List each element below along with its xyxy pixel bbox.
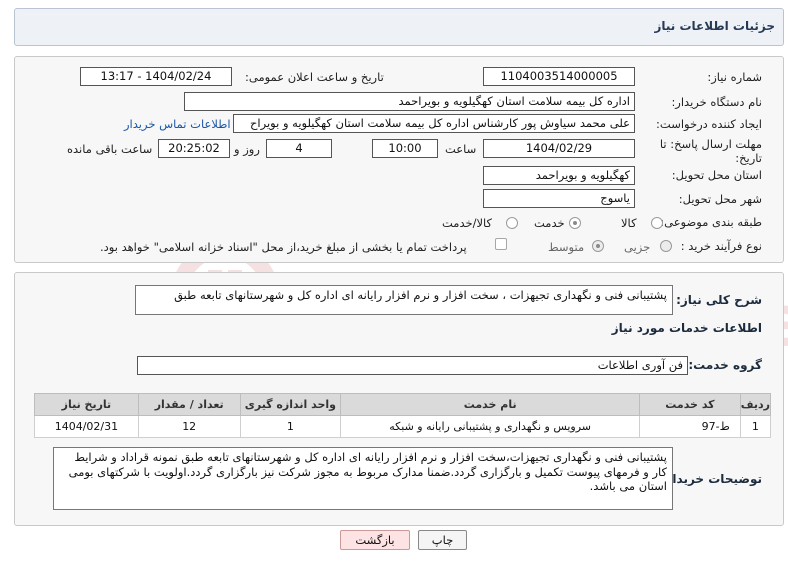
deadline-date-field: 1404/02/29 [483,139,635,158]
table-row[interactable]: 1 ط-97 سرویس و نگهداری و پشتیبانی رایانه… [34,415,772,438]
category-option-goods: کالا [621,216,637,230]
cell-unit: 1 [239,415,342,438]
deadline-time-field: 10:00 [372,139,438,158]
city-label: شهر محل تحویل: [678,192,762,206]
cell-row: 1 [739,415,772,438]
announce-field: 1404/02/24 - 13:17 [80,67,232,86]
col-unit: واحد اندازه گیری [239,393,342,416]
back-button[interactable]: بازگشت [340,530,410,550]
process-radio-minor[interactable] [660,240,672,252]
process-option-minor: جزیی [624,240,651,254]
days-label: روز و [234,142,260,156]
deadline-label: مهلت ارسال پاسخ: تا تاریخ: [659,137,762,165]
category-radio-goods[interactable] [651,217,663,229]
cell-service-name: سرویس و نگهداری و پشتیبانی رایانه و شبکه [340,415,641,438]
buyer-org-label: نام دستگاه خریدار: [671,95,762,109]
buyer-notes-textarea[interactable]: پشتیبانی فنی و نگهداری تجیهزات،سخت افزار… [53,447,673,510]
creator-field: علی محمد سیاوش پور کارشناس اداره کل بیمه… [233,114,635,133]
process-option-medium: متوسط [548,240,585,254]
page-title: جزئیات اطلاعات نیاز [654,19,775,33]
category-radio-service[interactable] [569,217,581,229]
announce-label: تاریخ و ساعت اعلان عمومی: [245,70,384,84]
buyer-notes-label: توضیحات خریدار: [660,472,762,486]
summary-textarea[interactable]: پشتیبانی فنی و نگهداری تجیهزات ، سخت افز… [135,285,673,315]
contact-buyer-link[interactable]: اطلاعات تماس خریدار [124,117,231,131]
services-table-header: ردیف کد خدمت نام خدمت واحد اندازه گیری ت… [34,393,772,416]
remaining-label: ساعت باقی مانده [67,142,153,156]
cell-need-date: 1404/02/31 [34,415,139,438]
category-radio-goods-service[interactable] [506,217,518,229]
process-label: نوع فرآیند خرید : [680,239,762,253]
print-button[interactable]: چاپ [418,530,467,550]
col-quantity: تعداد / مقدار [137,393,241,416]
page-header: جزئیات اطلاعات نیاز [14,8,784,46]
services-table: ردیف کد خدمت نام خدمت واحد اندازه گیری ت… [34,393,772,438]
service-group-label: گروه خدمت: [688,358,762,372]
category-option-goods-service: کالا/خدمت [442,216,493,230]
province-field: کهگیلویه و بویراحمد [483,166,635,185]
creator-label: ایجاد کننده درخواست: [656,117,762,131]
days-remaining-field: 4 [266,139,332,158]
buyer-org-field: اداره کل بیمه سلامت استان کهگیلویه و بوی… [184,92,635,111]
category-label: طبقه بندی موضوعی: [660,215,762,229]
need-number-field: 1104003514000005 [483,67,635,86]
process-radio-medium[interactable] [592,240,604,252]
col-service-code: کد خدمت [639,393,741,416]
col-service-name: نام خدمت [340,393,641,416]
cell-service-code: ط-97 [639,415,741,438]
category-option-service: خدمت [534,216,565,230]
city-field: یاسوج [483,189,635,208]
payment-note: پرداخت تمام یا بخشی از مبلغ خرید،از محل … [100,240,467,254]
cell-quantity: 12 [137,415,241,438]
services-section-title: اطلاعات خدمات مورد نیاز [611,321,762,335]
remaining-time-field: 20:25:02 [158,139,230,158]
need-number-label: شماره نیاز: [707,70,762,84]
province-label: استان محل تحویل: [671,168,762,182]
col-need-date: تاریخ نیاز [34,393,139,416]
treasury-payment-checkbox[interactable] [495,238,507,250]
deadline-time-label: ساعت [445,142,477,156]
summary-label: شرح کلی نیاز: [676,293,762,307]
col-row: ردیف [739,393,772,416]
service-group-field: فن آوری اطلاعات [137,356,688,375]
